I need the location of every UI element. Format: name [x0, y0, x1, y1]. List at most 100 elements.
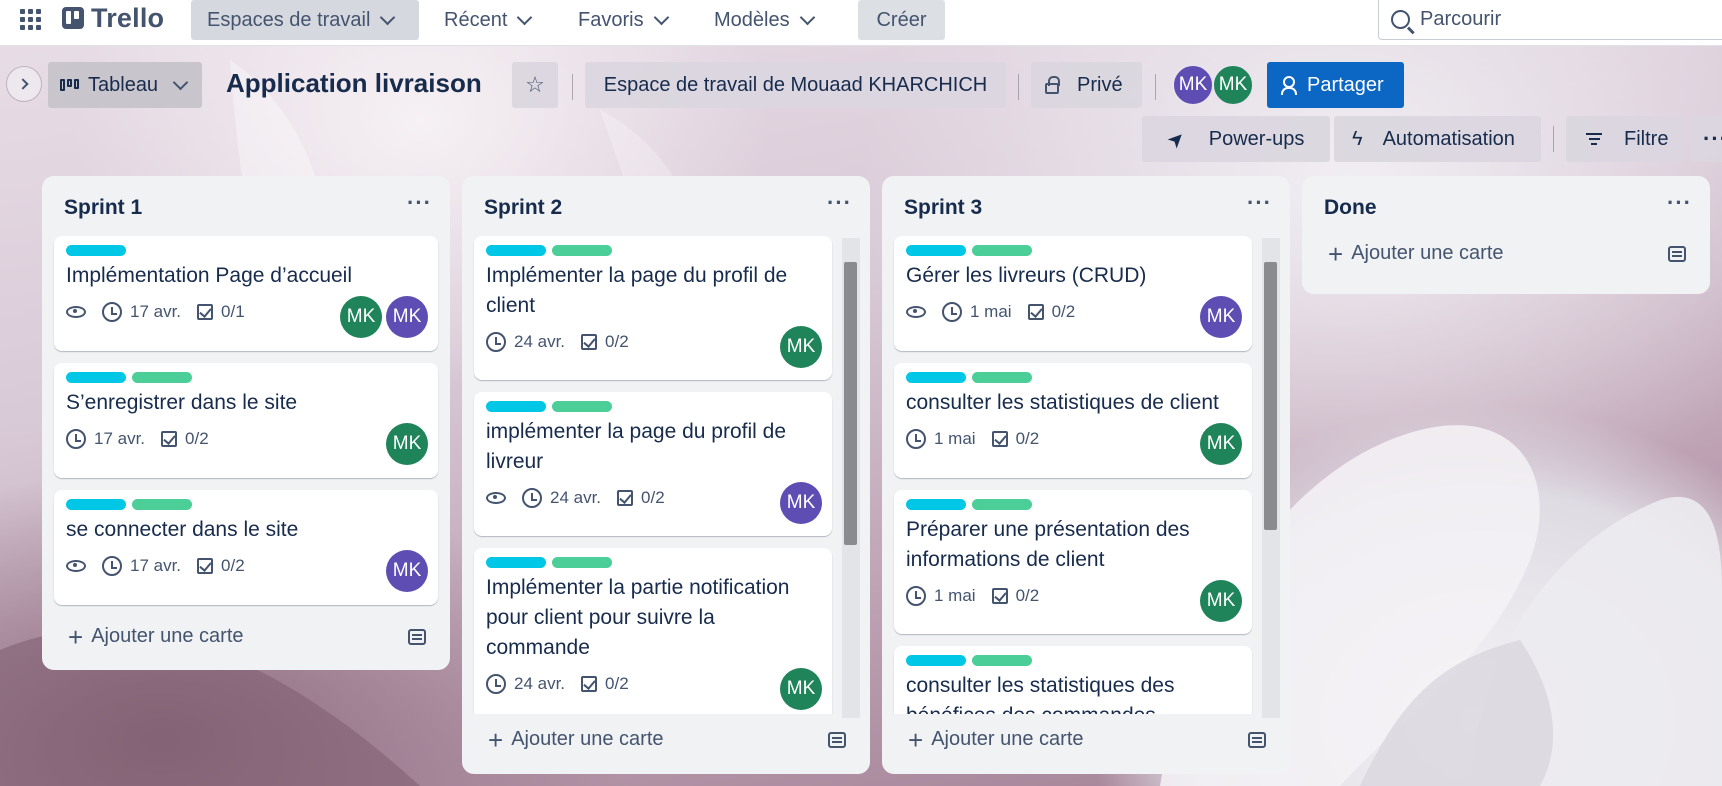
- label-green[interactable]: [552, 401, 612, 412]
- label-green[interactable]: [972, 499, 1032, 510]
- label-cyan[interactable]: [906, 655, 966, 666]
- due-date-badge[interactable]: 1 mai: [942, 302, 1012, 322]
- top-navigation: Trello Espaces de travail Récent Favoris…: [0, 0, 1722, 46]
- list-menu-icon[interactable]: ···: [407, 190, 432, 216]
- member-avatar[interactable]: MK: [1200, 423, 1242, 465]
- nav-favorites-menu[interactable]: Favoris: [562, 0, 683, 40]
- list-menu-icon[interactable]: ···: [1667, 190, 1692, 216]
- list-title[interactable]: Done: [1324, 196, 1377, 220]
- card[interactable]: Implémenter la page du profil de client …: [474, 236, 832, 380]
- board-title[interactable]: Application livraison: [226, 68, 482, 99]
- member-avatar[interactable]: MK: [780, 668, 822, 710]
- board-view-switcher[interactable]: Tableau: [48, 62, 202, 108]
- member-avatar[interactable]: MK: [1200, 580, 1242, 622]
- due-date-badge[interactable]: 24 avr.: [522, 488, 601, 508]
- label-cyan[interactable]: [906, 499, 966, 510]
- add-card-button[interactable]: + Ajouter une carte: [1328, 241, 1504, 267]
- eye-icon: [66, 560, 86, 572]
- member-avatar[interactable]: MK: [386, 423, 428, 465]
- trello-logo[interactable]: Trello: [62, 3, 164, 33]
- list-menu-icon[interactable]: ···: [827, 190, 852, 216]
- due-date: 17 avr.: [130, 302, 182, 321]
- add-card-button[interactable]: + Ajouter une carte: [488, 727, 664, 753]
- share-button[interactable]: Partager: [1267, 62, 1404, 108]
- member-avatar[interactable]: MK: [386, 296, 428, 338]
- card-badges: 24 avr. 0/2: [486, 327, 820, 357]
- create-button[interactable]: Créer: [858, 0, 945, 40]
- label-cyan[interactable]: [66, 245, 126, 256]
- nav-workspaces-menu[interactable]: Espaces de travail: [191, 0, 419, 40]
- more-icon: ···: [1703, 126, 1722, 151]
- label-cyan[interactable]: [906, 245, 966, 256]
- list-sprint-3: Sprint 3 ··· Gérer les livreurs (CRUD) 1…: [882, 176, 1290, 774]
- due-date-badge[interactable]: 24 avr.: [486, 674, 565, 694]
- card-template-icon[interactable]: [1248, 732, 1266, 748]
- card[interactable]: se connecter dans le site 17 avr. 0/2 MK: [54, 490, 438, 605]
- label-cyan[interactable]: [906, 372, 966, 383]
- card[interactable]: Implémenter la partie notification pour …: [474, 548, 832, 714]
- card-members: MK: [1200, 580, 1242, 622]
- label-cyan[interactable]: [486, 245, 546, 256]
- card[interactable]: consulter les statistiques des bénéfices…: [894, 646, 1252, 714]
- card-template-icon[interactable]: [1668, 246, 1686, 262]
- label-green[interactable]: [552, 245, 612, 256]
- label-green[interactable]: [132, 499, 192, 510]
- app-switcher-icon[interactable]: [20, 8, 42, 30]
- card-labels: [906, 655, 1240, 667]
- nav-templates-menu[interactable]: Modèles: [698, 0, 829, 40]
- power-ups-label: Power-ups: [1208, 127, 1305, 150]
- list-menu-icon[interactable]: ···: [1247, 190, 1272, 216]
- visibility-button[interactable]: Privé: [1031, 62, 1142, 108]
- search-input[interactable]: Parcourir: [1378, 0, 1722, 40]
- board-menu-button[interactable]: ···: [1691, 116, 1722, 162]
- member-avatar[interactable]: MK: [340, 296, 382, 338]
- due-date-badge[interactable]: 24 avr.: [486, 332, 565, 352]
- due-date-badge[interactable]: 17 avr.: [102, 302, 181, 322]
- label-cyan[interactable]: [486, 557, 546, 568]
- due-date-badge[interactable]: 17 avr.: [102, 556, 181, 576]
- member-avatar[interactable]: MK: [1200, 296, 1242, 338]
- filter-button[interactable]: Filtre: [1566, 116, 1684, 162]
- label-green[interactable]: [972, 372, 1032, 383]
- list-title[interactable]: Sprint 2: [484, 196, 562, 220]
- expand-sidebar-button[interactable]: [6, 66, 42, 102]
- workspace-button[interactable]: Espace de travail de Mouaad KHARCHICH: [585, 62, 1006, 108]
- nav-recent-menu[interactable]: Récent: [428, 0, 546, 40]
- label-cyan[interactable]: [486, 401, 546, 412]
- due-date-badge[interactable]: 1 mai: [906, 429, 976, 449]
- label-green[interactable]: [972, 655, 1032, 666]
- power-ups-button[interactable]: ➤ Power-ups: [1142, 116, 1330, 162]
- member-avatar[interactable]: MK: [780, 482, 822, 524]
- card[interactable]: Implémentation Page d’accueil 17 avr. 0/…: [54, 236, 438, 351]
- label-cyan[interactable]: [66, 372, 126, 383]
- add-card-button[interactable]: + Ajouter une carte: [908, 727, 1084, 753]
- card[interactable]: Gérer les livreurs (CRUD) 1 mai 0/2 MK: [894, 236, 1252, 351]
- card[interactable]: S’enregistrer dans le site 17 avr. 0/2 M…: [54, 363, 438, 478]
- card[interactable]: Préparer une présentation des informatio…: [894, 490, 1252, 634]
- add-card-label: Ajouter une carte: [931, 728, 1084, 750]
- card-template-icon[interactable]: [828, 732, 846, 748]
- board-header: Tableau Application livraison ☆ Espace d…: [0, 46, 1722, 170]
- member-avatar[interactable]: MK: [1212, 64, 1254, 106]
- card-template-icon[interactable]: [408, 629, 426, 645]
- due-date-badge[interactable]: 17 avr.: [66, 429, 145, 449]
- label-green[interactable]: [132, 372, 192, 383]
- list-footer: + Ajouter une carte: [882, 718, 1290, 768]
- card[interactable]: implémenter la page du profil de livreur…: [474, 392, 832, 536]
- label-green[interactable]: [972, 245, 1032, 256]
- card-labels: [486, 401, 820, 413]
- add-card-button[interactable]: + Ajouter une carte: [68, 624, 244, 650]
- member-avatar[interactable]: MK: [780, 326, 822, 368]
- list-title[interactable]: Sprint 3: [904, 196, 982, 220]
- star-board-button[interactable]: ☆: [512, 62, 558, 108]
- member-avatar[interactable]: MK: [1172, 64, 1214, 106]
- member-avatar[interactable]: MK: [386, 550, 428, 592]
- card-labels: [66, 499, 426, 511]
- card-labels: [66, 372, 426, 384]
- due-date-badge[interactable]: 1 mai: [906, 586, 976, 606]
- label-cyan[interactable]: [66, 499, 126, 510]
- automation-button[interactable]: ϟ Automatisation: [1334, 116, 1541, 162]
- list-title[interactable]: Sprint 1: [64, 196, 142, 220]
- label-green[interactable]: [552, 557, 612, 568]
- card[interactable]: consulter les statistiques de client 1 m…: [894, 363, 1252, 478]
